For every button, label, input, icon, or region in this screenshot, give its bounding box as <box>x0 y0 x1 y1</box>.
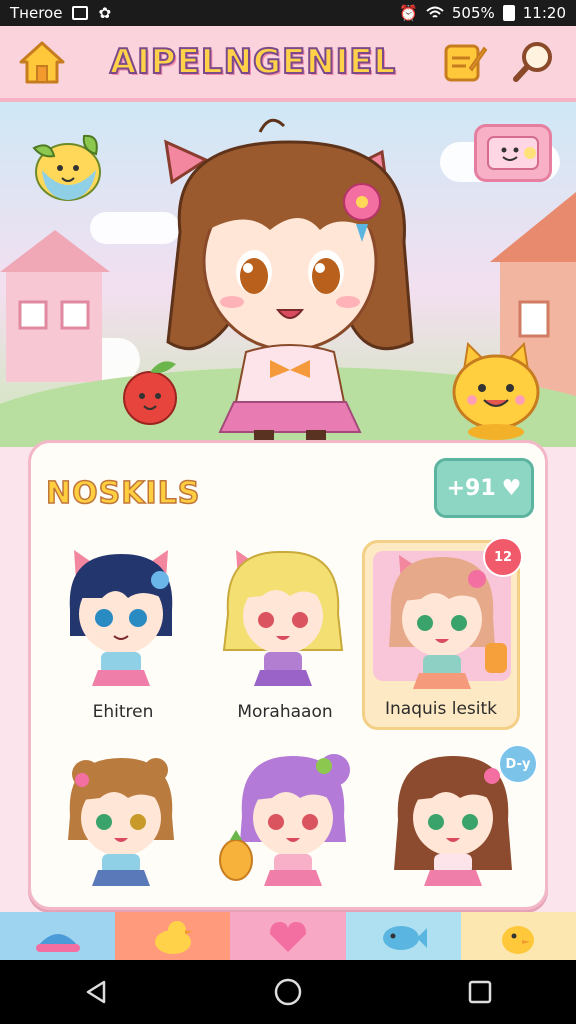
search-button[interactable] <box>506 34 562 90</box>
yellow-cat-mascot <box>452 341 540 440</box>
tab-fish[interactable] <box>345 912 461 960</box>
tab-hat[interactable] <box>0 912 116 960</box>
hero-scene <box>0 102 576 447</box>
system-nav-bar <box>0 960 576 1024</box>
character-name: Ehitren <box>92 702 154 722</box>
character-card[interactable]: D-y <box>376 740 538 900</box>
character-portrait <box>219 754 350 886</box>
top-bar: AIPELNGENIEL <box>0 26 576 102</box>
photo-notification-icon <box>72 6 89 20</box>
edit-button[interactable] <box>436 34 492 90</box>
battery-icon <box>502 5 515 21</box>
character-portrait <box>68 758 174 886</box>
house-left <box>0 230 110 382</box>
duck-icon <box>154 921 193 954</box>
tab-heart[interactable] <box>230 912 346 960</box>
home-nav-icon[interactable] <box>273 977 303 1007</box>
new-badge: 12 <box>483 537 523 577</box>
home-icon <box>19 41 65 84</box>
character-portrait <box>69 550 173 686</box>
smiley-sticker-icon <box>487 136 539 170</box>
bug-notification-icon: ✿ <box>98 4 112 22</box>
wifi-icon <box>426 6 444 18</box>
character-card[interactable] <box>206 740 364 900</box>
heart-icon <box>270 922 306 952</box>
main-character-portrait <box>164 118 414 446</box>
heart-icon: ♥ <box>501 475 522 501</box>
carrier-label: Tнeroe <box>10 4 63 22</box>
character-card-selected[interactable]: 12 Inaquis lesitk <box>362 537 523 730</box>
hat-icon <box>35 934 80 952</box>
character-card[interactable]: Morahaaon <box>206 540 364 730</box>
tab-bird[interactable] <box>460 912 576 960</box>
character-name: Inaquis lesitk <box>384 699 498 719</box>
leaf-mascot <box>32 134 101 201</box>
search-icon <box>512 42 552 82</box>
recents-icon[interactable] <box>466 978 494 1006</box>
count-value: +91 <box>446 475 496 501</box>
fish-icon <box>383 926 428 950</box>
clock: 11:20 <box>522 4 566 22</box>
status-bar: Tнeroe ✿ ⏰ 505% 11:20 <box>0 0 576 26</box>
bird-icon <box>502 926 535 954</box>
app-title: AIPELNGENIEL <box>109 41 397 83</box>
emoji-badge[interactable] <box>474 124 552 182</box>
character-card[interactable]: Ehitren <box>44 540 202 730</box>
home-button[interactable] <box>14 34 70 90</box>
edit-note-icon <box>444 44 488 82</box>
battery-percent: 505% <box>451 4 495 22</box>
back-icon[interactable] <box>82 978 110 1006</box>
alarm-icon: ⏰ <box>399 4 418 22</box>
speech-badge: D-y <box>498 744 538 784</box>
character-name: Morahaaon <box>237 702 333 722</box>
tab-duck[interactable] <box>115 912 231 960</box>
character-portrait <box>222 550 344 686</box>
count-badge[interactable]: +91 ♥ <box>434 458 534 518</box>
character-card[interactable] <box>44 740 202 900</box>
bottom-tab-strip <box>0 912 576 960</box>
panel-title: NOSKILS <box>45 475 201 512</box>
